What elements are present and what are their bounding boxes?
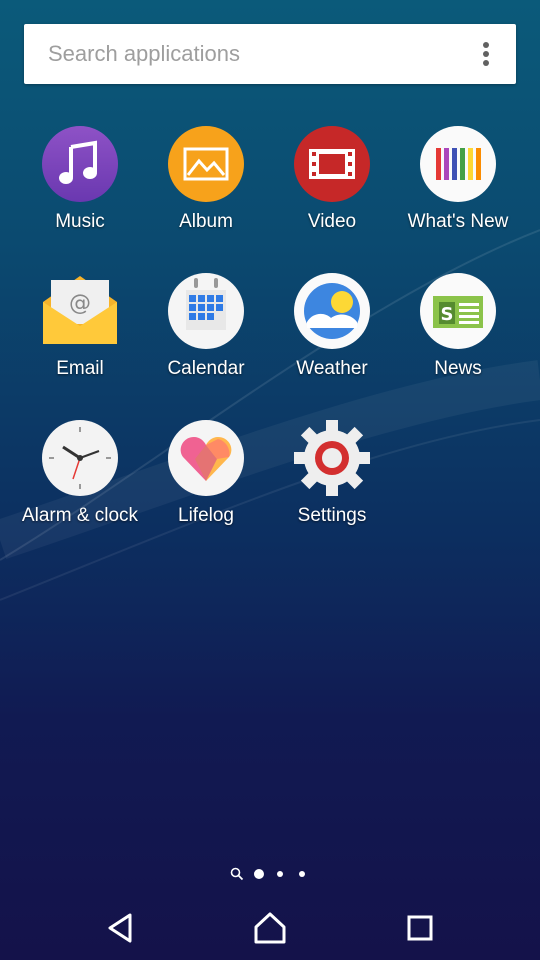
svg-text:@: @: [69, 291, 91, 316]
home-icon[interactable]: [250, 908, 290, 948]
search-icon[interactable]: [230, 867, 244, 881]
page-dot[interactable]: [299, 871, 305, 877]
app-news[interactable]: S News: [395, 272, 521, 402]
calendar-icon: [168, 273, 244, 349]
app-label: Calendar: [167, 358, 245, 379]
app-label: Weather: [296, 358, 368, 379]
clock-icon: [42, 420, 118, 496]
search-bar[interactable]: Search applications: [24, 24, 516, 84]
app-email[interactable]: @ Email: [17, 272, 143, 402]
app-label: Lifelog: [178, 505, 234, 526]
navigation-bar: [0, 890, 540, 960]
page-dot-active[interactable]: [254, 869, 264, 879]
app-weather[interactable]: Weather: [269, 272, 395, 402]
app-label: Music: [55, 211, 105, 232]
app-label: Email: [56, 358, 104, 379]
page-dot[interactable]: [277, 871, 283, 877]
album-icon: [168, 126, 244, 202]
svg-text:S: S: [441, 304, 454, 325]
app-label: Settings: [297, 505, 367, 526]
more-vert-icon[interactable]: [478, 42, 494, 68]
email-icon: @: [43, 276, 117, 344]
back-icon[interactable]: [100, 908, 140, 948]
app-lifelog[interactable]: Lifelog: [143, 419, 269, 549]
news-icon: S: [420, 273, 496, 349]
settings-gear-icon: [294, 420, 370, 496]
app-label: What's New: [407, 211, 509, 232]
app-calendar[interactable]: Calendar: [143, 272, 269, 402]
app-label: News: [434, 358, 482, 379]
app-label: Alarm & clock: [21, 505, 139, 526]
recents-icon[interactable]: [400, 908, 440, 948]
app-album[interactable]: Album: [143, 125, 269, 255]
app-music[interactable]: Music: [17, 125, 143, 255]
lifelog-heart-icon: [168, 420, 244, 496]
film-icon: [294, 126, 370, 202]
app-video[interactable]: Video: [269, 125, 395, 255]
whats-new-icon: [420, 126, 496, 202]
app-label: Video: [307, 211, 357, 232]
search-input[interactable]: Search applications: [48, 24, 240, 84]
page-indicator[interactable]: [0, 866, 540, 882]
app-label: Album: [179, 211, 233, 232]
app-settings[interactable]: Settings: [269, 419, 395, 549]
weather-icon: [294, 273, 370, 349]
app-alarm-clock[interactable]: Alarm & clock: [17, 419, 143, 549]
music-note-icon: [42, 126, 118, 202]
app-whats-new[interactable]: What's New: [395, 125, 521, 255]
